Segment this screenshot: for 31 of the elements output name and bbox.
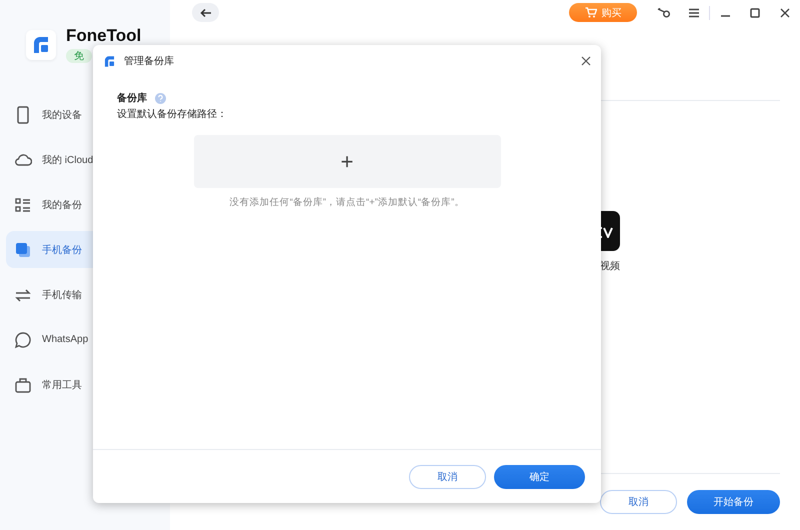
close-icon[interactable] <box>780 8 790 18</box>
category-label: 视频 <box>600 260 620 273</box>
app-name: FoneTool <box>66 26 142 46</box>
start-backup-button[interactable]: 开始备份 <box>687 490 780 514</box>
logo-icon <box>103 54 116 68</box>
section-title: 备份库 <box>117 91 147 105</box>
sidebar-item[interactable]: WhatsApp <box>6 321 164 358</box>
add-library-button[interactable]: + <box>194 135 500 188</box>
cart-icon <box>584 7 596 18</box>
sidebar-item[interactable]: 我的 iCloud <box>6 141 164 178</box>
free-badge: 免 <box>66 49 92 63</box>
close-icon[interactable] <box>581 56 591 66</box>
list-icon <box>14 196 32 214</box>
chat-bubble-icon <box>14 330 32 348</box>
logo-icon <box>31 35 51 55</box>
sidebar-item[interactable]: 我的备份 <box>6 186 164 223</box>
menu-icon[interactable] <box>688 8 700 18</box>
key-icon[interactable] <box>657 6 671 18</box>
sidebar-item[interactable]: 手机传输 <box>6 276 164 313</box>
confirm-button[interactable]: 确定 <box>494 464 585 488</box>
briefcase-icon <box>14 376 32 394</box>
empty-hint: 没有添加任何“备份库”，请点击“+”添加默认“备份库”。 <box>230 196 464 209</box>
dialog-title: 管理备份库 <box>124 54 175 68</box>
cancel-button[interactable]: 取消 <box>600 490 677 514</box>
back-arrow-icon <box>200 8 212 18</box>
sidebar-item[interactable]: 常用工具 <box>6 366 164 403</box>
back-button[interactable] <box>192 3 219 22</box>
path-description: 设置默认备份存储路径： <box>117 108 228 121</box>
maximize-icon[interactable] <box>750 8 760 18</box>
stacked-squares-icon <box>14 240 32 258</box>
cancel-button[interactable]: 取消 <box>409 464 486 488</box>
